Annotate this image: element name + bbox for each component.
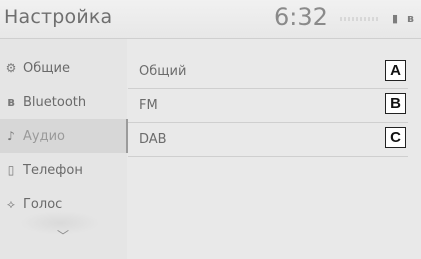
sidebar-item-label: Аудио [23,128,65,144]
page-title: Настройка [4,6,113,28]
clock: 6:32 [274,3,328,31]
sidebar-item-bluetooth[interactable]: ʙ Bluetooth [0,85,127,119]
sidebar-item-audio[interactable]: ♪ Аудио [0,119,128,153]
gear-icon: ⚙ [5,61,17,75]
list-item-fm[interactable]: FM [128,88,408,123]
sidebar-item-label: Голос [23,196,63,212]
bluetooth-icon: ʙ [407,12,414,25]
phone-battery-icon: ▮ [392,12,399,25]
bluetooth-icon: ʙ [7,95,15,109]
phone-icon: ▯ [7,163,15,177]
list-item-label: DAB [139,131,167,147]
sidebar: ⚙ Общие ʙ Bluetooth ♪ Аудио ▯ Телефон ⟡ … [0,39,128,259]
list-item-general[interactable]: Общий [128,54,408,89]
sidebar-item-label: Bluetooth [23,94,87,110]
chevron-down-icon[interactable]: ﹀ [57,227,69,244]
audio-settings-list: Общий FM DAB [128,39,421,259]
list-item-dab[interactable]: DAB [128,122,408,157]
settings-screen: Настройка 6:32 ▮ ʙ ⚙ Общие ʙ Bluetooth ♪… [0,0,421,259]
callout-label: B [385,93,406,114]
sidebar-item-general[interactable]: ⚙ Общие [0,51,127,85]
voice-icon: ⟡ [7,196,15,211]
callout-label: C [385,127,406,148]
music-note-icon: ♪ [7,129,15,143]
sidebar-item-label: Телефон [23,162,83,178]
header-bar: Настройка 6:32 ▮ ʙ [0,0,421,39]
callout-label: A [385,60,406,81]
status-deco [340,17,380,21]
list-item-label: FM [139,97,158,113]
sidebar-item-phone[interactable]: ▯ Телефон [0,153,127,187]
list-item-label: Общий [139,63,187,79]
sidebar-item-label: Общие [23,60,70,76]
